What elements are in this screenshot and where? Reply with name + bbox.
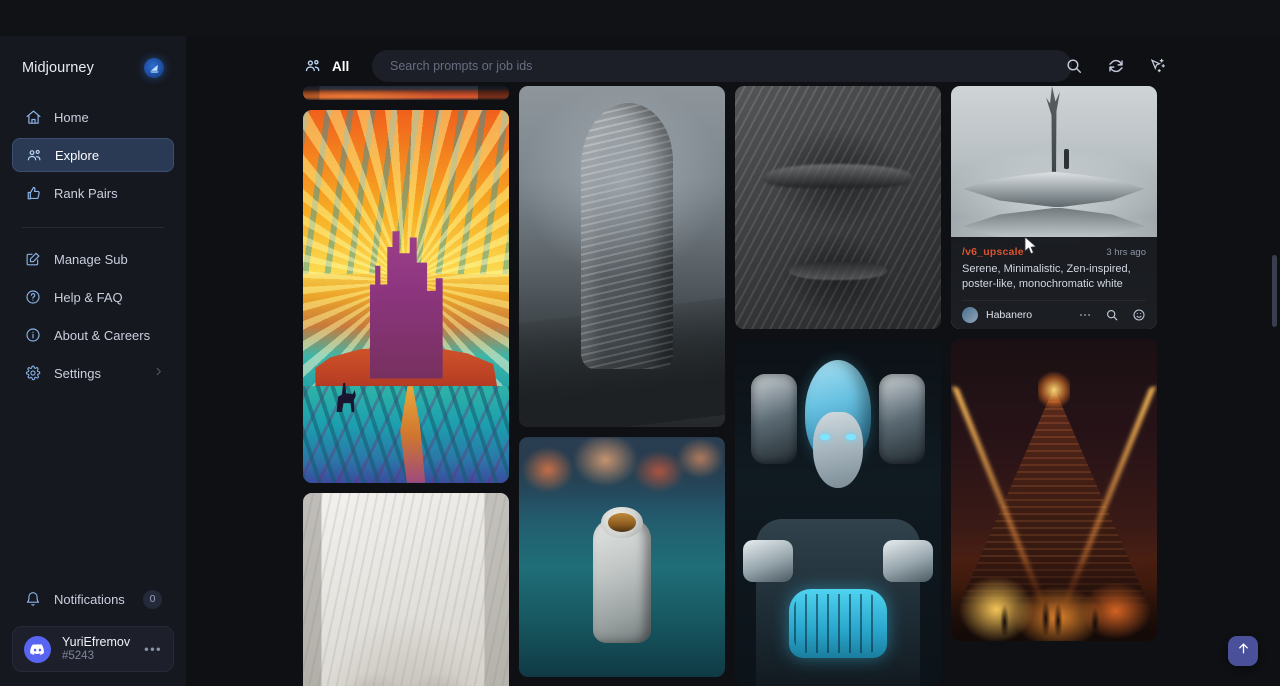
ellipsis-icon[interactable]: ••• <box>144 642 162 657</box>
sidebar-divider <box>22 227 164 228</box>
sidebar-item-label: Home <box>54 110 89 125</box>
sidebar-item-label: Help & FAQ <box>54 290 123 305</box>
sidebar-item-label: Explore <box>55 148 99 163</box>
sidebar: Midjourney Home Explore <box>0 36 186 686</box>
sidebar-item-explore[interactable]: Explore <box>12 138 174 172</box>
sailboat-badge-icon[interactable] <box>144 58 164 78</box>
notifications-label: Notifications <box>54 592 131 607</box>
tile-psychedelic-castle[interactable] <box>303 110 509 483</box>
filter-all-label: All <box>332 59 349 74</box>
arrow-up-icon <box>1236 641 1251 661</box>
overlay-footer: Habanero <box>962 300 1146 323</box>
job-command-badge: /v6_upscale <box>962 246 1024 258</box>
question-circle-icon <box>24 288 42 306</box>
sidebar-item-help-faq[interactable]: Help & FAQ <box>12 280 174 314</box>
search-icon[interactable] <box>1064 56 1084 76</box>
tile-canyon-road[interactable] <box>303 86 509 100</box>
grid-column-4: /v6_upscale 3 hrs ago Serene, Minimalist… <box>951 86 1157 686</box>
brand-header: Midjourney <box>0 36 186 100</box>
search-box[interactable] <box>372 50 1072 82</box>
gear-icon <box>24 364 42 382</box>
edit-square-icon <box>24 250 42 268</box>
filter-all-button[interactable]: All <box>304 57 349 75</box>
sidebar-item-about-careers[interactable]: About & Careers <box>12 318 174 352</box>
job-author-name: Habanero <box>986 309 1078 321</box>
people-icon <box>304 57 322 75</box>
tile-white-stone-face[interactable] <box>303 493 509 686</box>
bell-icon <box>24 590 42 608</box>
artwork-white-stone-face <box>303 493 509 686</box>
tile-zen-platform[interactable]: /v6_upscale 3 hrs ago Serene, Minimalist… <box>951 86 1157 329</box>
sidebar-item-label: About & Careers <box>54 328 150 343</box>
sparkle-cursor-icon[interactable] <box>1148 56 1168 76</box>
tile-cyborg-woman[interactable] <box>735 339 941 686</box>
top-bar-actions <box>1064 56 1168 76</box>
sidebar-item-label: Settings <box>54 366 101 381</box>
overlay-actions <box>1078 308 1146 322</box>
brand-name: Midjourney <box>22 60 94 76</box>
artwork-underwater-astronaut <box>519 437 725 677</box>
image-grid: /v6_upscale 3 hrs ago Serene, Minimalist… <box>303 86 1163 686</box>
sidebar-item-label: Manage Sub <box>54 252 128 267</box>
sidebar-spacer <box>0 394 186 582</box>
sidebar-item-label: Rank Pairs <box>54 186 118 201</box>
overlay-header: /v6_upscale 3 hrs ago <box>962 246 1146 258</box>
vertical-scrollbar-thumb[interactable] <box>1272 255 1277 327</box>
sidebar-item-home[interactable]: Home <box>12 100 174 134</box>
info-circle-icon <box>24 326 42 344</box>
sidebar-item-settings[interactable]: Settings <box>12 356 174 390</box>
job-timestamp: 3 hrs ago <box>1106 247 1146 258</box>
tile-burning-pyramid[interactable] <box>951 339 1157 641</box>
grid-column-3 <box>735 86 941 686</box>
grid-column-2 <box>519 86 725 686</box>
sidebar-item-rank-pairs[interactable]: Rank Pairs <box>12 176 174 210</box>
scroll-to-top-button[interactable] <box>1228 636 1258 666</box>
chevron-right-icon <box>153 364 164 382</box>
discord-logo-icon <box>24 636 51 663</box>
ellipsis-icon[interactable] <box>1078 308 1092 322</box>
app-root: Midjourney Home Explore <box>0 0 1280 686</box>
people-icon <box>25 146 43 164</box>
home-icon <box>24 108 42 126</box>
user-profile-card[interactable]: YuriEfremov #5243 ••• <box>12 626 174 672</box>
notifications-count-badge: 0 <box>143 590 162 609</box>
grid-column-1 <box>303 86 509 686</box>
artwork-canyon-road <box>303 86 509 100</box>
tile-stone-relief-face[interactable] <box>735 86 941 329</box>
smiley-icon[interactable] <box>1132 308 1146 322</box>
artwork-cyborg-woman <box>735 339 941 686</box>
job-prompt-text: Serene, Minimalistic, Zen-inspired, post… <box>962 262 1146 292</box>
window-chrome-band <box>0 0 1280 36</box>
sidebar-primary-nav: Home Explore Rank Pairs <box>0 100 186 214</box>
user-meta: YuriEfremov #5243 <box>62 635 130 663</box>
search-icon[interactable] <box>1105 308 1119 322</box>
tile-underwater-astronaut[interactable] <box>519 437 725 677</box>
tile-shrouded-figure[interactable] <box>519 86 725 427</box>
tile-info-overlay: /v6_upscale 3 hrs ago Serene, Minimalist… <box>951 237 1157 329</box>
user-tag: #5243 <box>62 650 130 663</box>
artwork-burning-pyramid <box>951 339 1157 641</box>
avatar <box>962 307 978 323</box>
user-name: YuriEfremov <box>62 635 130 649</box>
notifications-row[interactable]: Notifications 0 <box>12 582 174 616</box>
sidebar-item-manage-sub[interactable]: Manage Sub <box>12 242 174 276</box>
sidebar-secondary-nav: Manage Sub Help & FAQ About & Careers Se… <box>0 242 186 394</box>
search-input[interactable] <box>390 59 1054 73</box>
artwork-psychedelic-castle <box>303 110 509 483</box>
artwork-stone-relief-face <box>735 86 941 329</box>
artwork-shrouded-figure <box>519 86 725 427</box>
thumbs-up-icon <box>24 184 42 202</box>
refresh-icon[interactable] <box>1106 56 1126 76</box>
